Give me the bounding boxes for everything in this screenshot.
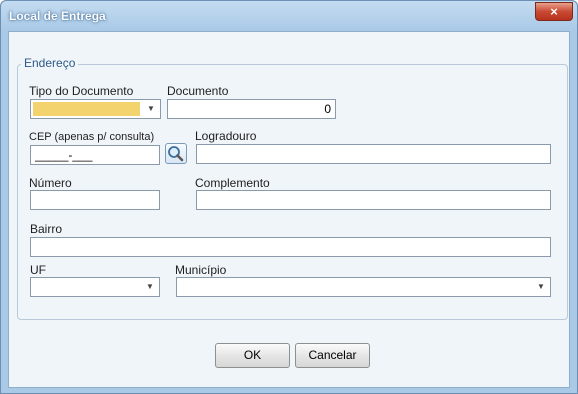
complemento-label: Complemento <box>195 176 270 190</box>
cep-input[interactable] <box>30 145 160 165</box>
address-group-legend: Endereço <box>21 56 79 70</box>
bairro-label: Bairro <box>30 222 63 236</box>
municipio-select[interactable]: ▼ <box>176 277 551 297</box>
uf-label: UF <box>30 263 46 277</box>
close-button[interactable]: × <box>535 2 573 21</box>
chevron-down-icon: ▼ <box>146 282 154 291</box>
tipo-documento-label: Tipo do Documento <box>29 84 134 98</box>
numero-label: Número <box>29 176 72 190</box>
cancel-button[interactable]: Cancelar <box>295 343 370 368</box>
ok-button[interactable]: OK <box>215 343 290 368</box>
uf-value <box>31 278 141 296</box>
title-bar[interactable]: Local de Entrega × <box>1 1 577 31</box>
uf-select[interactable]: ▼ <box>30 277 160 297</box>
close-icon: × <box>550 4 558 19</box>
tipo-documento-value <box>33 102 140 116</box>
municipio-value <box>177 278 532 296</box>
logradouro-label: Logradouro <box>195 129 257 143</box>
window-title: Local de Entrega <box>9 9 106 23</box>
dialog-window: Local de Entrega × Endereço Tipo do Docu… <box>0 0 578 394</box>
chevron-down-icon: ▼ <box>147 104 155 113</box>
documento-label: Documento <box>167 84 229 98</box>
bairro-input[interactable] <box>30 237 551 257</box>
magnifier-icon <box>168 146 184 162</box>
municipio-label: Município <box>175 263 227 277</box>
tipo-documento-select[interactable]: ▼ <box>30 99 161 119</box>
documento-input[interactable] <box>167 99 336 119</box>
cep-label: CEP (apenas p/ consulta) <box>29 131 155 143</box>
dialog-body: Endereço Tipo do Documento ▼ Documento C… <box>8 31 570 388</box>
chevron-down-icon: ▼ <box>537 282 545 291</box>
logradouro-input[interactable] <box>196 144 551 164</box>
cep-search-button[interactable] <box>165 143 187 164</box>
numero-input[interactable] <box>30 190 160 210</box>
complemento-input[interactable] <box>196 190 551 210</box>
